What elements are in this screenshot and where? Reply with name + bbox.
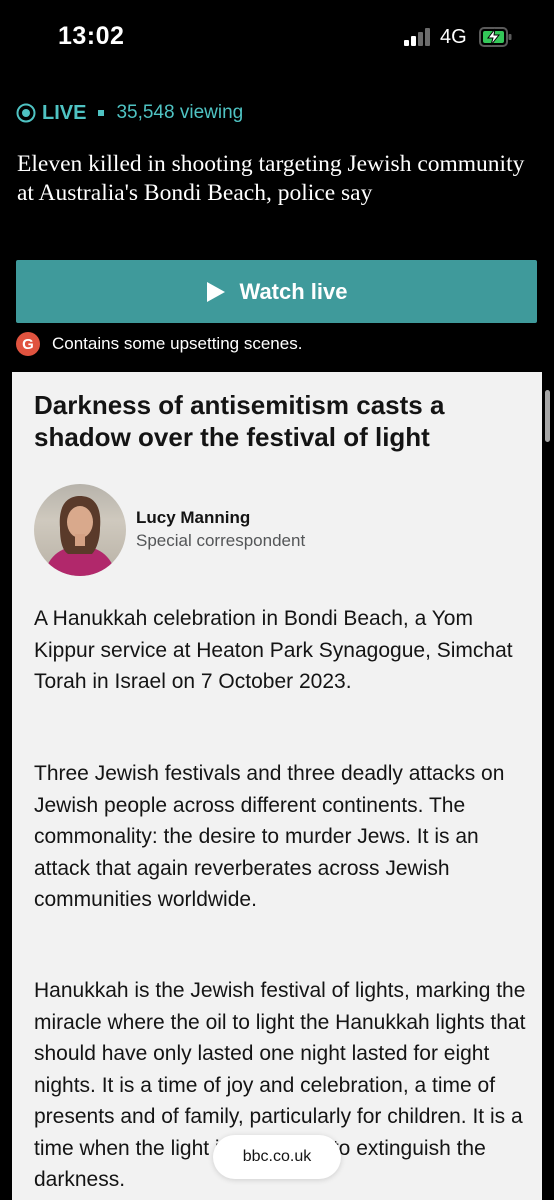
- guidance-icon: G: [16, 332, 40, 356]
- live-label: LIVE: [42, 101, 87, 124]
- author-avatar: [34, 484, 126, 576]
- browser-url-pill[interactable]: bbc.co.uk: [213, 1135, 341, 1179]
- article-title: Darkness of antisemitism casts a shadow …: [34, 390, 445, 452]
- article-paragraph: A Hanukkah celebration in Bondi Beach, a…: [34, 607, 513, 693]
- watch-live-button[interactable]: Watch live: [16, 260, 537, 323]
- play-icon: [206, 281, 225, 302]
- article-card: Darkness of antisemitism casts a shadow …: [12, 372, 542, 1200]
- live-headline[interactable]: Eleven killed in shooting targeting Jewi…: [17, 150, 537, 208]
- article-paragraph: Three Jewish festivals and three deadly …: [34, 762, 505, 911]
- author-name[interactable]: Lucy Manning: [136, 508, 250, 528]
- content-warning: G Contains some upsetting scenes.: [16, 332, 302, 356]
- scrollbar[interactable]: [545, 390, 550, 442]
- author-role: Special correspondent: [136, 531, 306, 550]
- live-icon: [16, 103, 36, 123]
- live-panel: LIVE 35,548 viewing Eleven killed in sho…: [0, 76, 554, 372]
- separator-dot: [98, 110, 105, 116]
- watch-live-label: Watch live: [239, 278, 348, 304]
- network-type: 4G: [440, 26, 467, 48]
- battery-charging-icon: [479, 27, 512, 47]
- status-bar: 13:02 4G: [0, 0, 554, 76]
- status-time: 13:02: [58, 22, 125, 50]
- live-indicator: LIVE 35,548 viewing: [16, 100, 243, 126]
- cellular-signal-icon: [404, 28, 434, 46]
- warning-text: Contains some upsetting scenes.: [52, 334, 303, 353]
- viewer-count: 35,548 viewing: [116, 102, 244, 123]
